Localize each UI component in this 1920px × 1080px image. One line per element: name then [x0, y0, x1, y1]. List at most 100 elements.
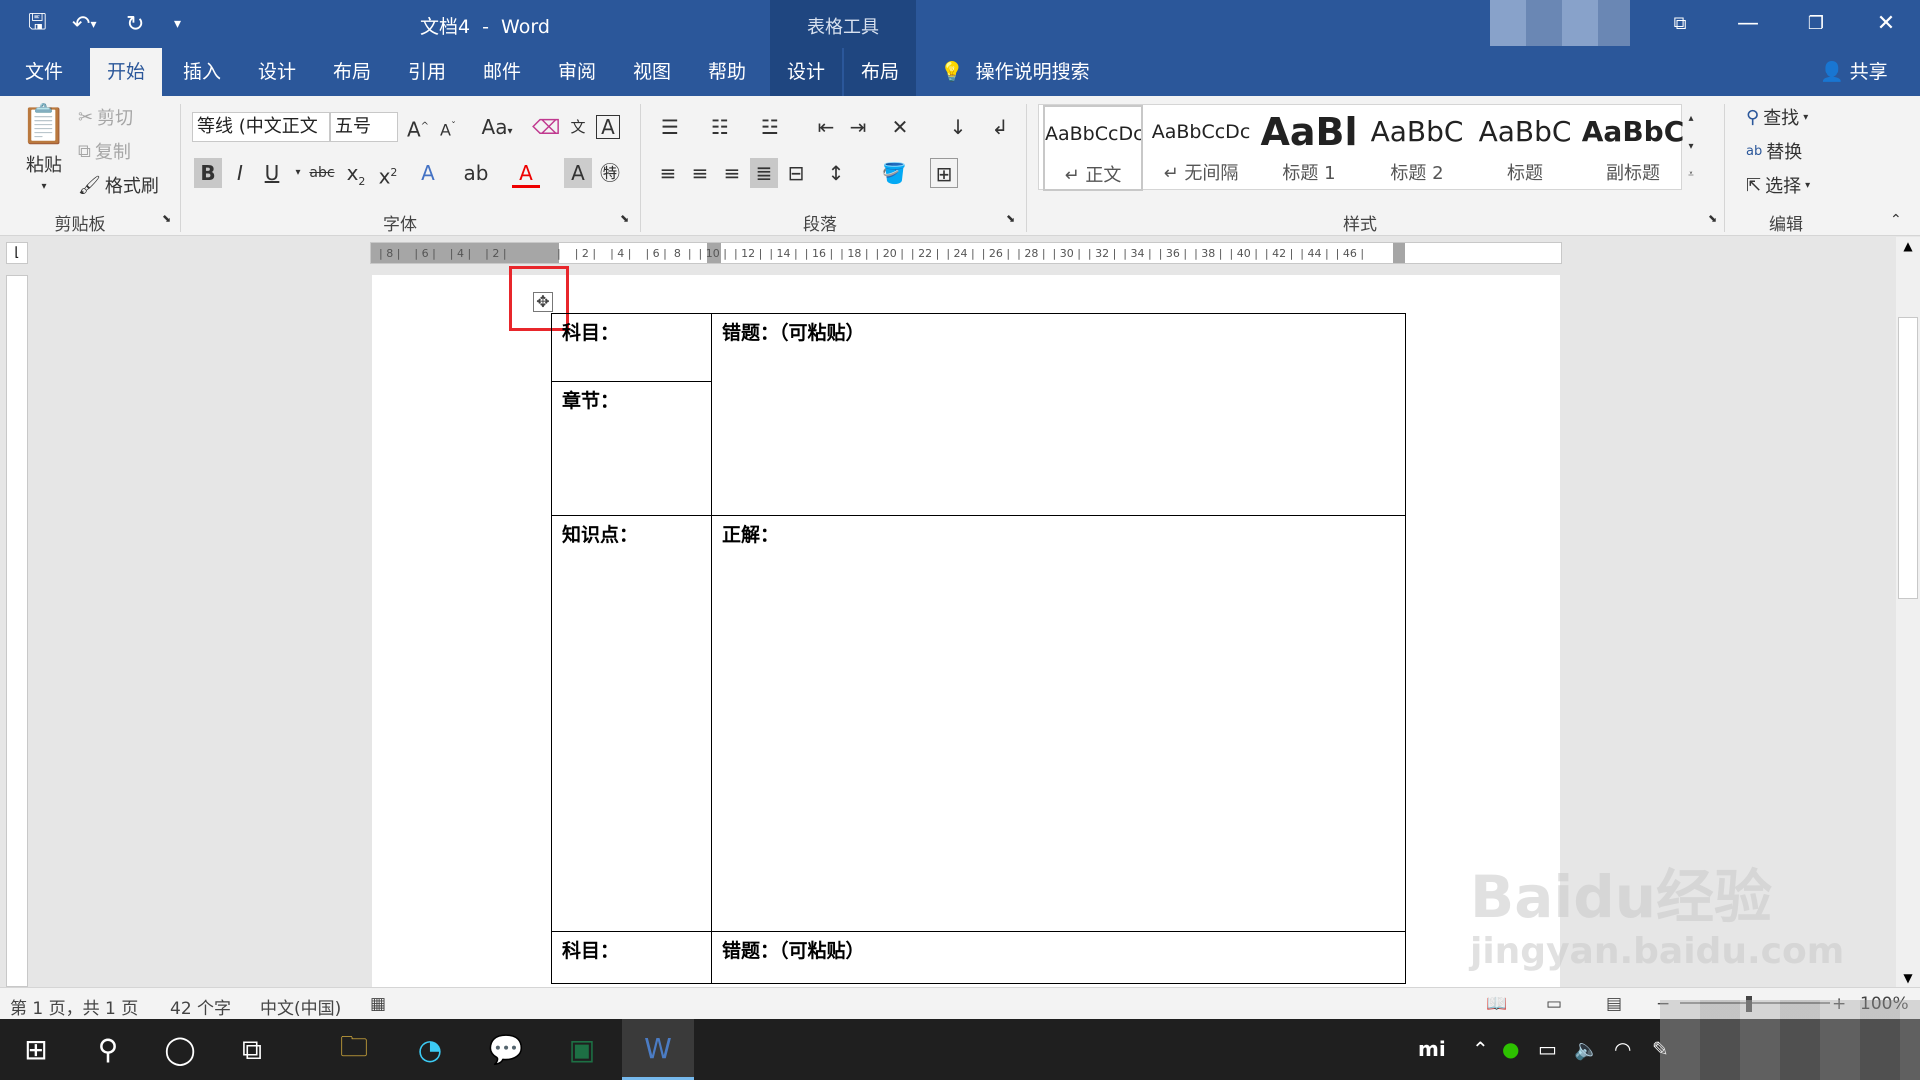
- character-shading-icon[interactable]: A: [564, 158, 592, 188]
- table-cell[interactable]: 错题：（可粘贴）: [711, 313, 1406, 516]
- copy-button[interactable]: ⧉ 复制: [78, 138, 131, 164]
- tab-view[interactable]: 视图: [616, 48, 688, 96]
- scroll-thumb[interactable]: [1898, 317, 1918, 599]
- underline-button[interactable]: U: [258, 158, 286, 188]
- document-table[interactable]: 科目： 错题：（可粘贴） 章节： 知识点： 正解： 科目： 错题：（可粘贴）: [551, 313, 1406, 984]
- table-cell[interactable]: 知识点：: [551, 515, 712, 932]
- cut-button[interactable]: ✂ 剪切: [78, 104, 133, 130]
- tab-help[interactable]: 帮助: [691, 48, 763, 96]
- style-heading-1[interactable]: AaBl 标题 1: [1257, 105, 1361, 191]
- font-size-box[interactable]: 五号: [330, 112, 398, 142]
- style-subtitle[interactable]: AaBbC 副标题: [1581, 105, 1685, 191]
- tab-home[interactable]: 开始: [90, 48, 162, 96]
- edge-browser-icon[interactable]: ◔: [394, 1019, 466, 1080]
- word-count[interactable]: 42 个字: [170, 994, 231, 1019]
- gallery-more-icon[interactable]: ⩡: [1682, 160, 1700, 190]
- close-button[interactable]: ✕: [1866, 8, 1906, 40]
- clipboard-launcher-icon[interactable]: ⬊: [162, 212, 171, 225]
- table-cell[interactable]: 章节：: [551, 381, 712, 516]
- text-effects-icon[interactable]: A: [414, 158, 442, 188]
- table-cell[interactable]: 科目：: [551, 931, 712, 984]
- tab-insert[interactable]: 插入: [166, 48, 238, 96]
- redo-icon[interactable]: ↻: [126, 10, 144, 38]
- grow-font-icon[interactable]: A^: [404, 112, 432, 142]
- table-cell[interactable]: 正解：: [711, 515, 1406, 932]
- tab-mailings[interactable]: 邮件: [466, 48, 538, 96]
- align-right-icon[interactable]: ≡: [718, 158, 746, 188]
- wifi-icon[interactable]: ◠: [1614, 1037, 1631, 1061]
- superscript-icon[interactable]: x2: [374, 158, 402, 189]
- gallery-up-icon[interactable]: ▴: [1682, 104, 1700, 134]
- enclosed-character-icon[interactable]: ㊕: [596, 158, 624, 188]
- minimize-button[interactable]: —: [1728, 8, 1768, 40]
- sort-icon[interactable]: ↓: [944, 112, 972, 142]
- change-case-button[interactable]: Aa▾: [474, 112, 520, 142]
- undo-icon[interactable]: ↶ ▾: [72, 10, 96, 38]
- horizontal-ruler[interactable]: | 8 | | 6 | | 4 | | 2 | | | 2 | | 4 | | …: [370, 242, 1562, 264]
- customize-quick-access-icon[interactable]: ▾: [174, 10, 181, 38]
- tab-table-layout[interactable]: 布局: [844, 48, 916, 96]
- style-normal[interactable]: AaBbCcDc ↵ 正文: [1043, 105, 1143, 191]
- asian-layout-icon[interactable]: ✕: [886, 112, 914, 142]
- show-marks-icon[interactable]: ↲: [986, 112, 1014, 142]
- excel-icon[interactable]: ▣: [546, 1019, 618, 1080]
- highlight-icon[interactable]: ab: [462, 158, 490, 188]
- mi-logo-icon[interactable]: mi: [1418, 1037, 1446, 1061]
- style-no-spacing[interactable]: AaBbCcDc ↵ 无间隔: [1149, 105, 1253, 191]
- table-cell[interactable]: 错题：（可粘贴）: [711, 931, 1406, 984]
- tab-table-design[interactable]: 设计: [770, 48, 842, 96]
- distributed-icon[interactable]: ⊟: [782, 158, 810, 188]
- tab-layout[interactable]: 布局: [316, 48, 388, 96]
- page-count[interactable]: 第 1 页，共 1 页: [10, 994, 138, 1019]
- strikethrough-button[interactable]: abc: [308, 158, 336, 188]
- tell-me-search[interactable]: 💡 操作说明搜索: [940, 48, 1090, 96]
- paragraph-launcher-icon[interactable]: ⬊: [1006, 212, 1015, 225]
- volume-icon[interactable]: 🔈: [1574, 1037, 1599, 1061]
- font-launcher-icon[interactable]: ⬊: [620, 212, 629, 225]
- file-explorer-icon[interactable]: 🗀: [318, 1019, 390, 1080]
- clear-format-icon[interactable]: ⌫: [532, 112, 560, 142]
- styles-launcher-icon[interactable]: ⬊: [1708, 212, 1717, 225]
- scroll-down-icon[interactable]: ▼: [1896, 971, 1920, 985]
- wechat-icon[interactable]: 💬: [470, 1019, 542, 1080]
- align-center-icon[interactable]: ≡: [686, 158, 714, 188]
- share-button[interactable]: 👤 共享: [1820, 48, 1888, 96]
- subscript-icon[interactable]: x2: [342, 158, 370, 188]
- style-heading-2[interactable]: AaBbC 标题 2: [1365, 105, 1469, 191]
- restore-button[interactable]: ❐: [1796, 8, 1836, 40]
- word-icon[interactable]: W: [622, 1019, 694, 1080]
- macro-icon[interactable]: ▦: [370, 994, 386, 1014]
- align-left-icon[interactable]: ≡: [654, 158, 682, 188]
- tab-review[interactable]: 审阅: [541, 48, 613, 96]
- multilevel-list-icon[interactable]: ☳: [756, 112, 784, 142]
- borders-icon[interactable]: ⊞: [930, 158, 958, 188]
- find-button[interactable]: ⚲ 查找 ▾: [1746, 104, 1808, 130]
- shrink-font-icon[interactable]: Aˇ: [434, 112, 462, 142]
- vertical-ruler[interactable]: [6, 275, 28, 987]
- windows-start-icon[interactable]: ⊞: [0, 1019, 72, 1080]
- wechat-tray-icon[interactable]: ●: [1502, 1037, 1519, 1061]
- tab-stop-selector[interactable]: ⌊: [6, 242, 28, 264]
- replace-button[interactable]: ab 替换: [1746, 138, 1802, 164]
- table-cell[interactable]: 科目：: [551, 313, 712, 382]
- bold-button[interactable]: B: [194, 158, 222, 188]
- numbering-icon[interactable]: ☷: [706, 112, 734, 142]
- tab-file[interactable]: 文件: [10, 48, 78, 96]
- line-spacing-icon[interactable]: ↕: [822, 158, 850, 188]
- shading-icon[interactable]: 🪣: [880, 158, 908, 188]
- character-border-icon[interactable]: A: [596, 115, 620, 139]
- tab-references[interactable]: 引用: [391, 48, 463, 96]
- ruler-column-marker[interactable]: [1393, 243, 1405, 263]
- vertical-scrollbar[interactable]: ▲ ▼: [1896, 237, 1920, 987]
- italic-button[interactable]: I: [226, 158, 254, 188]
- collapse-ribbon-icon[interactable]: ⌃: [1890, 212, 1902, 228]
- scroll-up-icon[interactable]: ▲: [1896, 239, 1920, 253]
- font-name-box[interactable]: 等线 (中文正文: [192, 112, 330, 142]
- cortana-icon[interactable]: ◯: [144, 1019, 216, 1080]
- bullets-icon[interactable]: ☰: [656, 112, 684, 142]
- phonetic-guide-icon[interactable]: 文: [564, 112, 592, 142]
- battery-icon[interactable]: ▭: [1538, 1037, 1557, 1061]
- task-view-icon[interactable]: ⧉: [216, 1019, 288, 1080]
- font-color-icon[interactable]: A: [512, 158, 540, 188]
- ribbon-display-options-icon[interactable]: ⧉: [1660, 8, 1700, 40]
